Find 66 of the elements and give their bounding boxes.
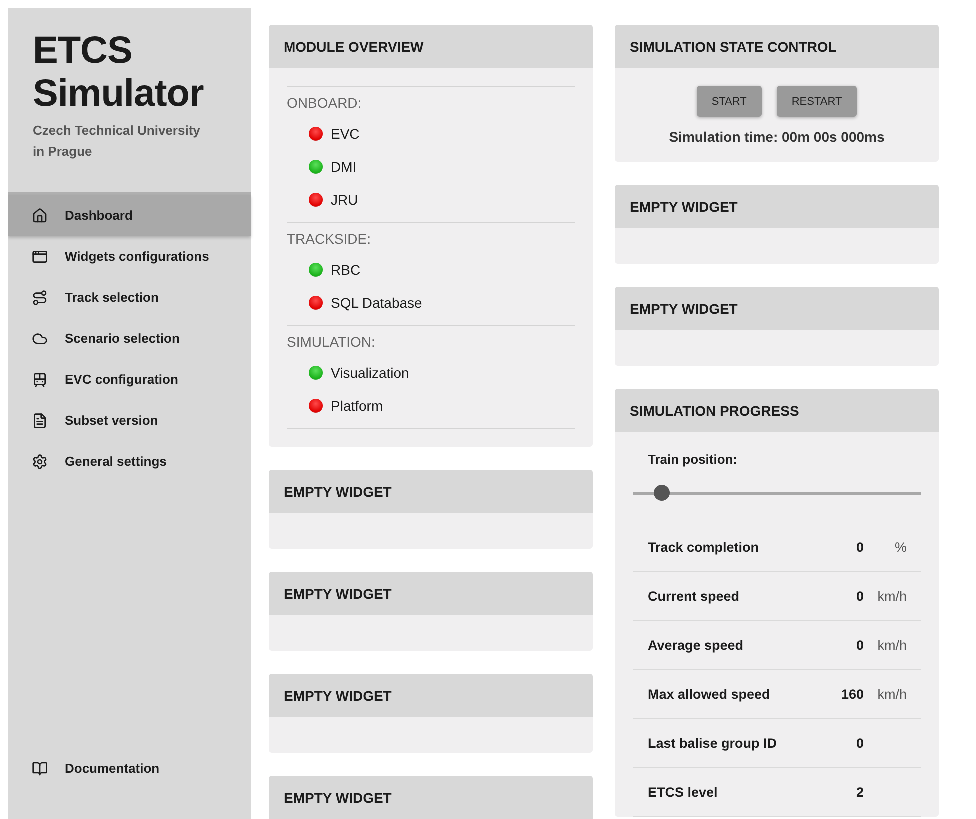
document-icon (32, 412, 48, 428)
widget-header: MODULE OVERVIEW (269, 25, 593, 68)
stat-unit: km/h (876, 686, 908, 702)
widget-header: SIMULATION PROGRESS (615, 389, 939, 432)
stat-value: 0 (855, 540, 864, 554)
route-icon (32, 290, 48, 306)
nav-item[interactable]: Widgets configurations (8, 236, 251, 277)
book-icon (32, 760, 48, 776)
nav-item[interactable]: Scenario selection (8, 318, 251, 359)
settings-icon (32, 454, 48, 470)
stat-label: Last balise group ID (648, 736, 778, 750)
widget-header: EMPTY WIDGET (269, 572, 593, 615)
stat-unit: % (894, 540, 908, 554)
stat-value: 0 (855, 736, 864, 750)
home-icon (32, 208, 48, 224)
simulation-time: Simulation time: 00m 00s 000ms (669, 129, 885, 145)
nav-item[interactable]: Documentation (8, 748, 251, 789)
nav-item[interactable]: Subset version (8, 400, 251, 441)
group-label: TRACKSIDE: (287, 231, 372, 249)
stat-value: 0 (855, 638, 864, 652)
control-button[interactable]: RESTART (776, 86, 858, 117)
widget-header: EMPTY WIDGET (615, 185, 939, 228)
module-name: SQL Database (331, 294, 422, 310)
nav-label: Documentation (65, 761, 160, 776)
control-button[interactable]: START (696, 86, 762, 117)
stat-label: Average speed (648, 638, 745, 652)
module-name: JRU (331, 192, 358, 208)
module-name: Platform (331, 398, 384, 414)
app-title: ETCS Simulator (33, 30, 205, 116)
nav-label: General settings (65, 454, 167, 469)
stat-value: 0 (855, 588, 864, 604)
nav-item[interactable]: General settings (8, 441, 251, 482)
widget-header: SIMULATION STATE CONTROL (615, 25, 939, 68)
stat-unit: km/h (876, 588, 908, 604)
slider-label: Train position: (647, 452, 739, 467)
nav-label: Subset version (65, 413, 158, 428)
nav-label: Widgets configurations (65, 249, 210, 264)
nav-label: EVC configuration (65, 372, 178, 387)
slider-thumb[interactable] (654, 485, 670, 501)
nav-label: Track selection (65, 290, 159, 305)
stat-unit: km/h (876, 638, 908, 652)
widget-header: EMPTY WIDGET (269, 470, 593, 513)
module-name: DMI (331, 158, 357, 174)
train-icon (32, 372, 48, 388)
stat-value: 2 (855, 784, 864, 800)
cloud-icon (32, 330, 48, 346)
nav-item[interactable]: EVC configuration (8, 359, 251, 400)
nav-item[interactable]: Track selection (8, 277, 251, 318)
nav-item[interactable]: Dashboard (8, 195, 251, 236)
nav-label: Dashboard (65, 208, 133, 223)
module-name: EVC (331, 126, 360, 142)
stat-label: Max allowed speed (648, 686, 772, 702)
stat-label: Current speed (648, 588, 741, 604)
group-label: ONBOARD: (287, 95, 363, 113)
module-name: Visualization (331, 364, 410, 380)
group-label: SIMULATION: (287, 334, 376, 352)
stat-label: ETCS level (648, 784, 719, 800)
app-subtitle: Czech Technical University in Prague (33, 122, 202, 161)
widget-header: EMPTY WIDGET (615, 287, 939, 330)
widget-header: EMPTY WIDGET (269, 674, 593, 717)
widget-header: EMPTY WIDGET (269, 776, 593, 819)
window-icon (32, 248, 48, 264)
stat-value: 160 (840, 686, 864, 702)
stat-label: Track completion (648, 540, 760, 554)
nav-label: Scenario selection (65, 331, 180, 346)
module-name: RBC (331, 262, 361, 278)
